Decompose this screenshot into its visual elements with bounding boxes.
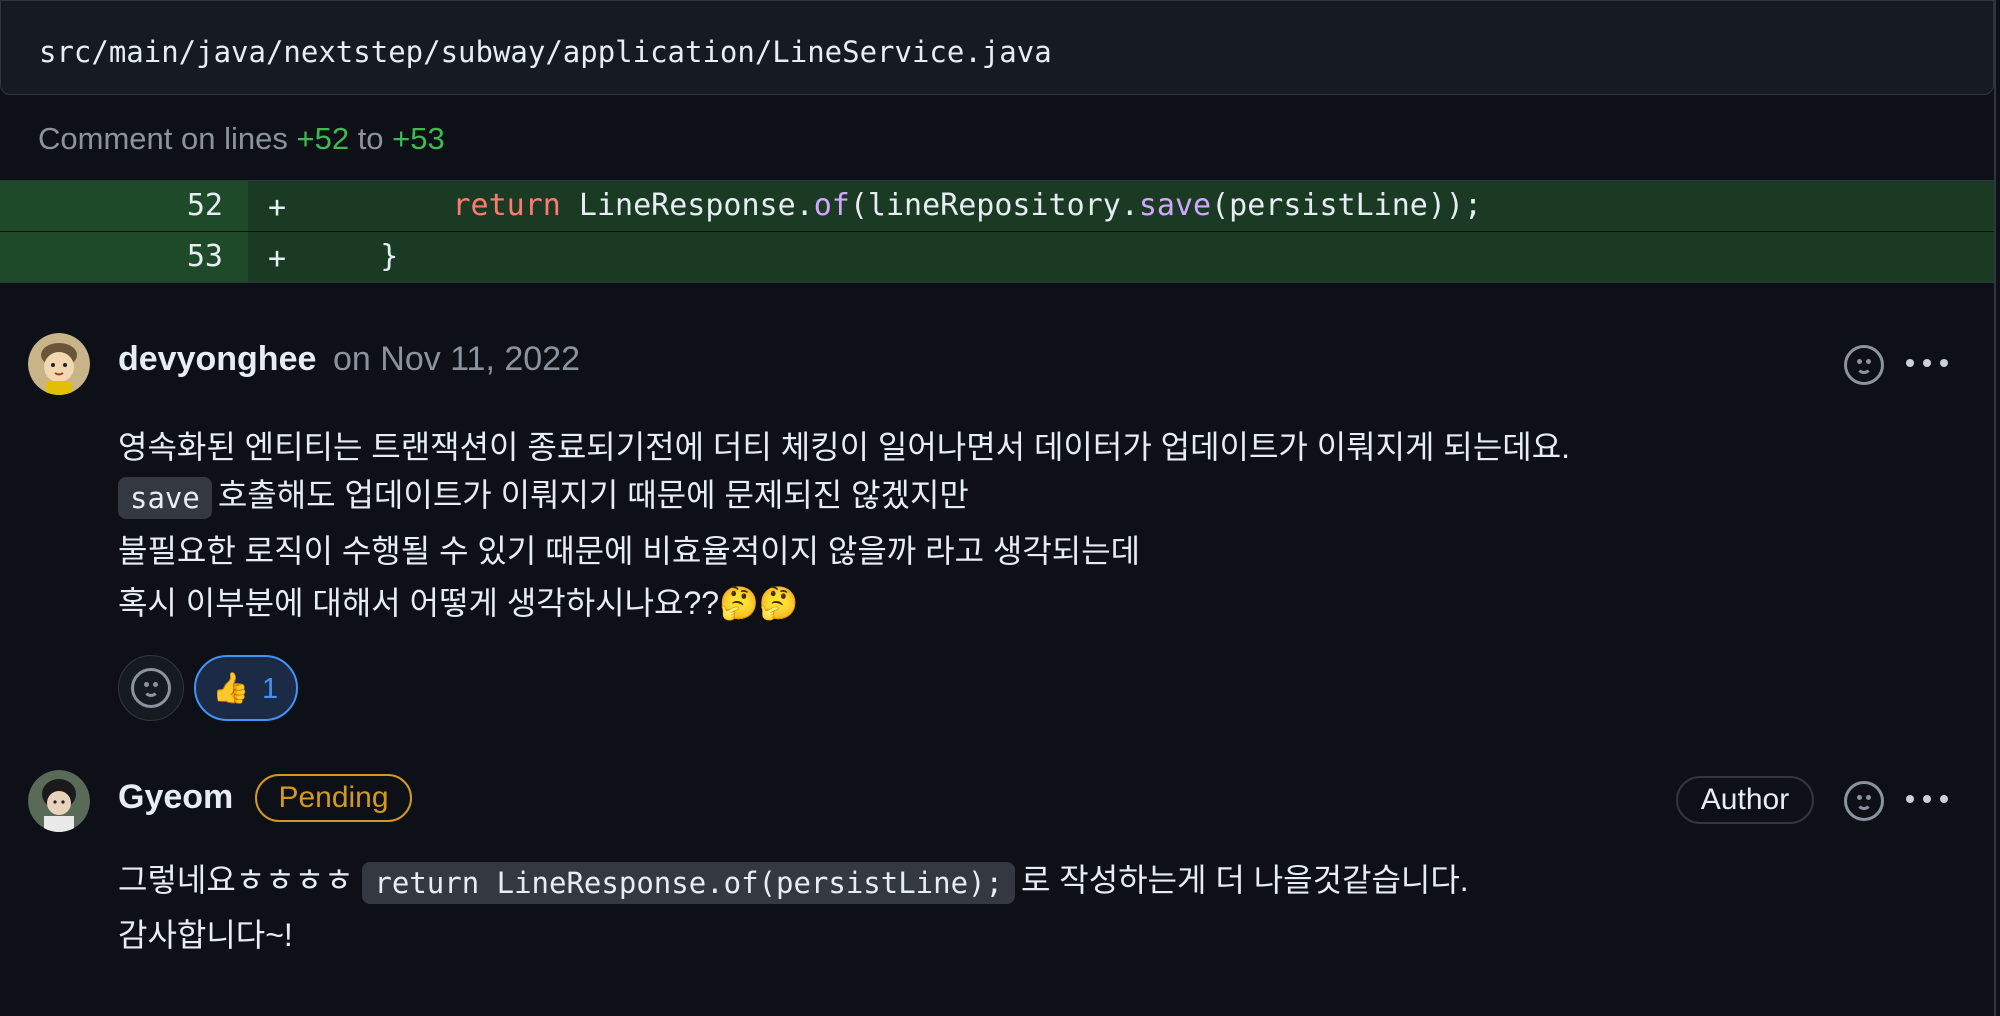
line-number[interactable]: 53 (0, 232, 248, 282)
comment-body-line: 감사합니다~! (118, 917, 293, 953)
comment-body-line: 혹시 이부분에 대해서 어떻게 생각하시나요??🤔🤔 (118, 585, 799, 621)
comment-text: 호출해도 업데이트가 이뤄지기 때문에 문제되진 않겠지만 (217, 477, 969, 513)
code-line: + } (248, 232, 1994, 282)
reaction-count: 1 (262, 673, 279, 705)
file-header: src/main/java/nextstep/subway/applicatio… (0, 0, 1994, 95)
comment-date[interactable]: on Nov 11, 2022 (333, 340, 580, 379)
code-part: LineResponse. (560, 188, 814, 223)
comment-author[interactable]: devyonghee (118, 340, 316, 379)
pending-badge: Pending (255, 774, 412, 822)
code-part: (lineRepository. (849, 188, 1139, 223)
range-middle: to (357, 121, 384, 156)
avatar[interactable] (28, 333, 90, 395)
add-reaction-button[interactable] (118, 655, 184, 721)
range-end: +53 (392, 121, 445, 156)
code-text: } (308, 232, 398, 282)
more-options-icon[interactable] (1906, 359, 1950, 369)
comment-body-line: 영속화된 엔티티는 트랜잭션이 종료되기전에 더티 체킹이 일어나면서 데이터가… (118, 429, 1571, 465)
code-part: } (380, 239, 399, 274)
thumbs-up-reaction[interactable]: 👍 1 (194, 655, 298, 721)
diff-sign: + (268, 241, 287, 276)
add-reaction-icon[interactable] (1844, 781, 1884, 821)
file-path[interactable]: src/main/java/nextstep/subway/applicatio… (39, 35, 1052, 69)
range-start: +52 (296, 121, 350, 156)
code-line: + return LineResponse.of(lineRepository.… (248, 181, 1994, 231)
add-reaction-icon[interactable] (1844, 345, 1884, 385)
comment-text: 로 작성하는게 더 나을것같습니다. (1020, 862, 1469, 898)
diff-sign: + (268, 190, 287, 225)
inline-code: save (118, 476, 212, 519)
comment-author[interactable]: Gyeom (118, 778, 233, 817)
comment-line-range: Comment on lines +52 to +53 (38, 121, 445, 157)
keyword: return (452, 188, 561, 223)
diff-row: 53 + } (0, 232, 1994, 282)
inline-code: return LineResponse.of(persistLine); (362, 861, 1015, 904)
comment-body-line: 불필요한 로직이 수행될 수 있기 때문에 비효율적이지 않을까 라고 생각되는… (118, 533, 1141, 569)
line-number[interactable]: 52 (0, 181, 248, 231)
smiley-icon (131, 668, 171, 708)
thumbs-up-icon: 👍 (212, 672, 250, 705)
code-text: return LineResponse.of(lineRepository.sa… (308, 181, 1483, 231)
code-part: (persistLine)); (1211, 188, 1483, 223)
comment-text: 그렇네요ㅎㅎㅎㅎ (118, 862, 354, 898)
more-options-icon[interactable] (1906, 795, 1950, 805)
diff-row: 52 + return LineResponse.of(lineReposito… (0, 181, 1994, 231)
diff-snippet: 52 + return LineResponse.of(lineReposito… (0, 180, 1994, 283)
author-badge: Author (1676, 776, 1814, 824)
comment-range-prefix: Comment on lines (38, 121, 288, 156)
avatar[interactable] (28, 770, 90, 832)
comment-body-line: 그렇네요ㅎㅎㅎㅎ return LineResponse.of(persistL… (118, 855, 1469, 904)
method-name: save (1138, 188, 1212, 223)
comment-body-line: save 호출해도 업데이트가 이뤄지기 때문에 문제되진 않겠지만 (118, 470, 969, 519)
method-name: of (813, 188, 850, 223)
review-thread-panel: src/main/java/nextstep/subway/applicatio… (0, 0, 1996, 1016)
